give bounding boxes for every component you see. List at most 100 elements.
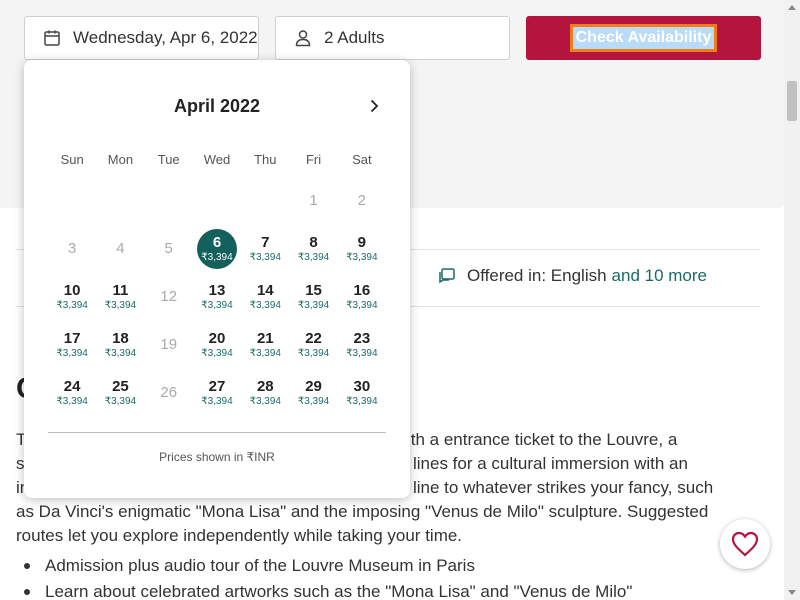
day-number: 27 xyxy=(208,378,226,395)
day-price: ₹3,394 xyxy=(346,252,378,263)
guest-selector-field[interactable]: 2 Adults xyxy=(275,16,510,60)
favorite-button[interactable] xyxy=(720,519,770,569)
day-price: ₹3,394 xyxy=(346,396,378,407)
day-number: 17 xyxy=(63,330,81,347)
date-picker-field[interactable]: Wednesday, Apr 6, 2022 xyxy=(24,16,259,60)
day-price: ₹3,394 xyxy=(249,252,281,263)
day-price: ₹3,394 xyxy=(346,300,378,311)
calendar-day[interactable]: 21 ₹3,394 xyxy=(241,321,289,369)
guest-value: 2 Adults xyxy=(324,28,385,47)
day-price: ₹3,394 xyxy=(104,396,137,407)
calendar-day[interactable]: 22 ₹3,394 xyxy=(289,321,337,369)
list-item: Admission plus audio tour of the Louvre … xyxy=(22,553,632,579)
calendar-day[interactable]: 8 ₹3,394 xyxy=(289,225,337,273)
offered-languages: Offered in: English and 10 more xyxy=(438,266,707,286)
calendar-day[interactable]: 24 ₹3,394 xyxy=(48,369,96,417)
calendar-day[interactable]: 10 ₹3,394 xyxy=(48,273,96,321)
calendar-day[interactable]: 27 ₹3,394 xyxy=(193,369,241,417)
day-number: 1 xyxy=(309,192,318,209)
weekday-label: Sat xyxy=(352,152,372,167)
calendar-day[interactable]: 13 ₹3,394 xyxy=(193,273,241,321)
day-number: 20 xyxy=(208,330,226,347)
day-number: 26 xyxy=(160,384,178,401)
day-price: ₹3,394 xyxy=(201,252,233,263)
calendar-day[interactable]: 15 ₹3,394 xyxy=(289,273,337,321)
calendar-day[interactable]: 11 ₹3,394 xyxy=(96,273,144,321)
calendar-day: 3 xyxy=(48,225,96,273)
day-price: ₹3,394 xyxy=(297,252,330,263)
calendar-day[interactable]: 9 ₹3,394 xyxy=(338,225,386,273)
day-price: ₹3,394 xyxy=(201,396,233,407)
day-price: ₹3,394 xyxy=(249,300,281,311)
day-number: 19 xyxy=(160,336,178,353)
date-value: Wednesday, Apr 6, 2022 xyxy=(73,28,258,47)
calendar-day[interactable]: 28 ₹3,394 xyxy=(241,369,289,417)
day-price: ₹3,394 xyxy=(104,348,137,359)
calendar-day[interactable]: 20 ₹3,394 xyxy=(193,321,241,369)
day-number: 3 xyxy=(67,240,77,257)
calendar-day[interactable]: 25 ₹3,394 xyxy=(96,369,144,417)
calendar-day[interactable]: 16 ₹3,394 xyxy=(338,273,386,321)
day-number: 10 xyxy=(63,282,81,299)
weekday-label: Tue xyxy=(157,152,180,167)
day-price: ₹3,394 xyxy=(249,348,281,359)
calendar-day: 26 xyxy=(145,369,193,417)
scroll-up-arrow-icon[interactable] xyxy=(788,5,796,10)
desc-line5: routes let you explore independently whi… xyxy=(16,526,463,545)
day-number: 6 xyxy=(212,234,222,251)
calendar-day[interactable]: 29 ₹3,394 xyxy=(289,369,337,417)
person-icon xyxy=(295,30,311,47)
next-month-button[interactable] xyxy=(364,96,384,116)
speech-bubble-icon xyxy=(439,268,455,284)
calendar-day[interactable]: 17 ₹3,394 xyxy=(48,321,96,369)
weekday-label: Sun xyxy=(60,152,84,167)
vertical-scrollbar[interactable] xyxy=(784,0,800,600)
day-number: 11 xyxy=(112,282,129,299)
day-number: 13 xyxy=(208,282,226,299)
day-number: 25 xyxy=(112,378,129,395)
weekday-label: Thu xyxy=(254,152,277,167)
calendar-day: 1 xyxy=(289,177,337,225)
calendar-day: 19 xyxy=(145,321,193,369)
calendar-day: 5 xyxy=(145,225,193,273)
calendar-day[interactable]: 18 ₹3,394 xyxy=(96,321,144,369)
calendar-day[interactable]: 14 ₹3,394 xyxy=(241,273,289,321)
heart-icon xyxy=(731,531,759,557)
calendar-day: 12 xyxy=(145,273,193,321)
calendar-day[interactable]: 23 ₹3,394 xyxy=(338,321,386,369)
day-number: 16 xyxy=(353,282,371,299)
day-number: 29 xyxy=(305,378,322,395)
check-availability-button[interactable]: Check Availability xyxy=(526,16,761,60)
scrollbar-thumb[interactable] xyxy=(787,81,797,121)
chevron-right-icon xyxy=(370,99,379,113)
day-number: 8 xyxy=(309,234,318,251)
calendar-day[interactable]: 6 ₹3,394 xyxy=(193,225,241,273)
calendar-empty-cell xyxy=(241,177,289,225)
desc-line2-right: lines for a cultural immersion with an xyxy=(413,454,688,473)
calendar-empty-cell xyxy=(48,177,96,225)
calendar-day: 2 xyxy=(338,177,386,225)
calendar-empty-cell xyxy=(145,177,193,225)
desc-line1-right: ith a entrance ticket to the Louvre, a xyxy=(407,430,678,449)
scroll-down-arrow-icon[interactable] xyxy=(788,590,796,595)
day-number: 5 xyxy=(164,240,173,257)
day-number: 23 xyxy=(353,330,371,347)
list-item: Learn about celebrated artworks such as … xyxy=(22,579,632,600)
day-number: 9 xyxy=(357,234,367,251)
calendar-icon xyxy=(44,30,60,46)
day-price: ₹3,394 xyxy=(249,396,281,407)
offered-label: Offered in: English xyxy=(467,266,607,285)
weekday-label: Fri xyxy=(305,152,322,167)
day-price: ₹3,394 xyxy=(56,300,88,311)
more-languages-link[interactable]: and 10 more xyxy=(612,266,707,286)
highlights-list: Admission plus audio tour of the Louvre … xyxy=(22,553,632,600)
day-number: 30 xyxy=(353,378,371,395)
calendar-empty-cell xyxy=(96,177,144,225)
day-number: 15 xyxy=(305,282,322,299)
date-picker-popup: April 2022 Sun Mon Tue Wed Thu Fri Sat 1… xyxy=(24,60,410,498)
calendar-day[interactable]: 7 ₹3,394 xyxy=(241,225,289,273)
day-price: ₹3,394 xyxy=(201,348,233,359)
calendar-day[interactable]: 30 ₹3,394 xyxy=(338,369,386,417)
desc-line4: as Da Vinci's enigmatic "Mona Lisa" and … xyxy=(16,502,709,521)
calendar-day: 4 xyxy=(96,225,144,273)
